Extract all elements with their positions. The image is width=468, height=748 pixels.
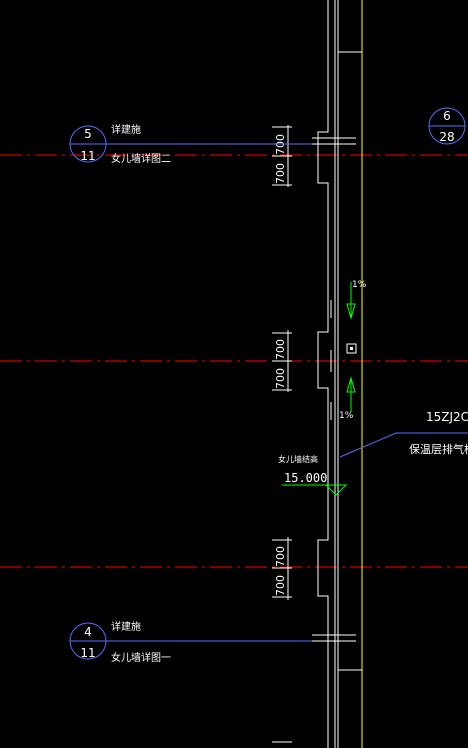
callout-subtitle: 女儿墙详图二	[111, 152, 171, 165]
callout-number: 4	[84, 625, 92, 639]
callout-sheet: 28	[439, 130, 454, 144]
dimension-label: 700	[274, 163, 287, 184]
note-text: 保温层排气构	[409, 442, 468, 456]
dimension-label: 700	[274, 339, 287, 360]
elevation-value: 15.000	[284, 471, 327, 485]
callout-title: 详建施	[111, 620, 141, 633]
detail-callout-right: 6 28	[428, 107, 466, 145]
dimension-label: 700	[274, 368, 287, 389]
drawing-background	[0, 0, 468, 748]
callout-title: 详建施	[111, 123, 141, 136]
callout-sheet: 11	[80, 646, 95, 660]
dimension-label: 700	[274, 575, 287, 596]
callout-sheet: 11	[80, 149, 95, 163]
note-code: 15ZJ2C	[426, 410, 468, 424]
callout-number: 5	[84, 127, 92, 141]
slope-label: 1%	[352, 280, 367, 290]
callout-number: 6	[443, 109, 451, 123]
slope-label: 1%	[339, 411, 354, 421]
callout-subtitle: 女儿墙详图一	[111, 651, 171, 664]
dimension-label: 700	[274, 546, 287, 567]
elevation-label: 女儿墙结高	[278, 454, 318, 464]
cad-drawing: 700 700 700 700 700 700 5 11 详建施 女儿墙详图二 …	[0, 0, 468, 748]
